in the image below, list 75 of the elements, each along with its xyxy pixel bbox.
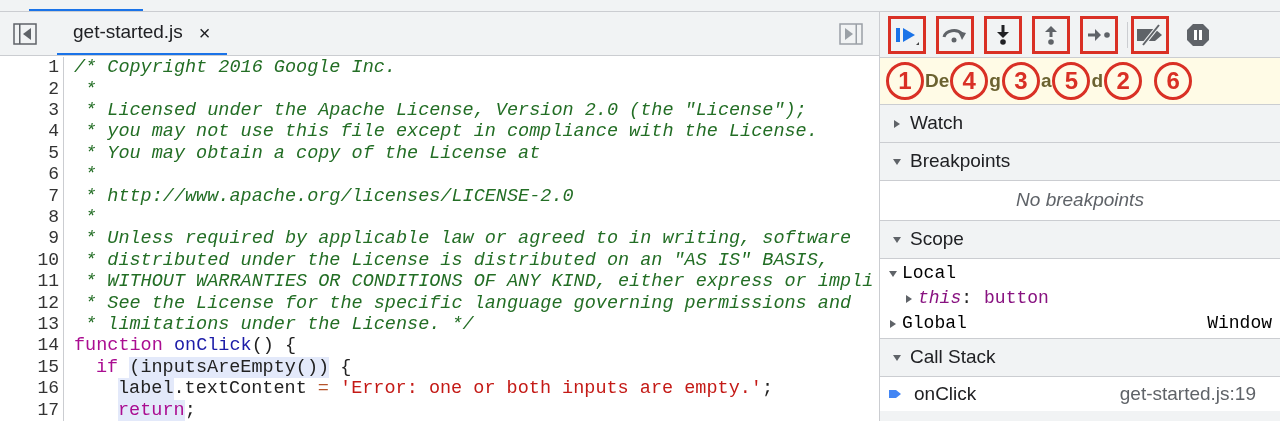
collapse-triangle-icon[interactable] [892,234,902,245]
step-into-icon [996,23,1010,46]
code-token: /* Copyright 2016 Google Inc. [74,57,396,79]
empty-message: No breakpoints [1016,188,1144,213]
annotation-number: 6 [1154,62,1193,100]
step-icon [1087,27,1111,42]
step-over-button[interactable] [936,15,974,54]
expand-triangle-icon[interactable] [904,293,914,304]
scope-name: Global [902,312,967,335]
pause-icon [1186,22,1210,47]
code-token: .textContent [173,378,308,400]
code-token: function [74,335,164,357]
deactivate-button[interactable] [1131,15,1169,54]
code-token: * [84,164,97,186]
section-title: Watch [910,111,964,136]
collapse-triangle-icon[interactable] [892,156,902,167]
code-token: ; [761,378,774,400]
step-into-button[interactable] [984,15,1022,54]
expand-triangle-icon[interactable] [888,318,898,329]
sidebar-toggle-icon[interactable] [13,22,37,45]
section-title: Call Stack [910,345,996,370]
code-token: * you may not use this file except in compliance with the License. [84,121,818,143]
paused-banner-text: De [924,68,951,93]
code-token: * See the License for the specific language governing permissions and [84,292,852,314]
collapse-triangle-icon[interactable] [888,268,898,279]
collapse-triangle-icon[interactable] [892,352,902,363]
code-token: = [317,378,330,400]
scope-name: Local [902,262,956,285]
resume-button[interactable] [888,15,926,54]
code-token: { [339,356,352,379]
expand-triangle-icon[interactable] [892,118,902,129]
annotation-number: 2 [1104,62,1143,100]
step-button[interactable] [1080,15,1118,54]
scope-property[interactable]: this: button [880,286,1280,311]
code-token: * Licensed under the Apache License, Version 2.0 (the "License"); [84,99,807,122]
paused-banner-text: g [988,68,1002,93]
code-token: * You may obtain a copy of the License at [84,142,541,165]
sidebar-toggle-icon[interactable] [839,22,863,45]
property-separator: : [961,287,973,310]
property-value: button [984,287,1049,310]
code-token: ; [184,399,196,421]
close-button[interactable]: × [198,17,211,48]
section-title: Scope [910,227,964,252]
code-token: * [84,78,97,100]
scope-value: Window [1207,312,1272,335]
step-out-button[interactable] [1032,15,1070,54]
scope-item[interactable]: Local [880,261,1280,286]
section-title: Breakpoints [910,149,1011,174]
annotation-number: 3 [1001,62,1040,100]
file-tab[interactable]: get-started.js × [57,12,227,56]
scope-item[interactable]: Global Window [880,311,1280,336]
arrow-icon [888,387,902,401]
code-token: * limitations under the License. */ [84,313,474,336]
annotation-number: 1 [886,62,924,100]
frame-location: get-started.js:19 [1119,381,1256,406]
code-token: return [118,399,185,421]
code-token: * http://www.apache.org/licenses/LICENSE-2.0 [84,185,574,207]
code-token: * [84,206,97,229]
code-token: () { [251,335,297,357]
code-token: label [118,378,174,400]
code-token: if [96,356,120,379]
code-token: * Unless required by applicable law or agreed to in writing, software [84,228,852,250]
property-name: this [918,287,962,310]
paused-banner-text: d [1090,68,1105,93]
code-token: (inputsAreEmpty()) [129,356,330,379]
call-frame[interactable]: onClick get-started.js:19 [880,377,1280,411]
code-token: 'Error: one or both inputs are empty.' [340,378,762,400]
code-token: * WITHOUT WARRANTIES OR CONDITIONS OF ANY KIND, either express or impli [84,271,874,293]
step-out-icon [1044,23,1058,46]
paused-banner-text: a [1039,68,1053,93]
frame-name: onClick [914,381,977,406]
annotation-number: 4 [950,62,989,100]
code-token: onClick [173,335,252,357]
code-token: * distributed under the License is distributed on an "AS IS" BASIS, [84,249,829,272]
annotation-number: 5 [1052,62,1091,100]
